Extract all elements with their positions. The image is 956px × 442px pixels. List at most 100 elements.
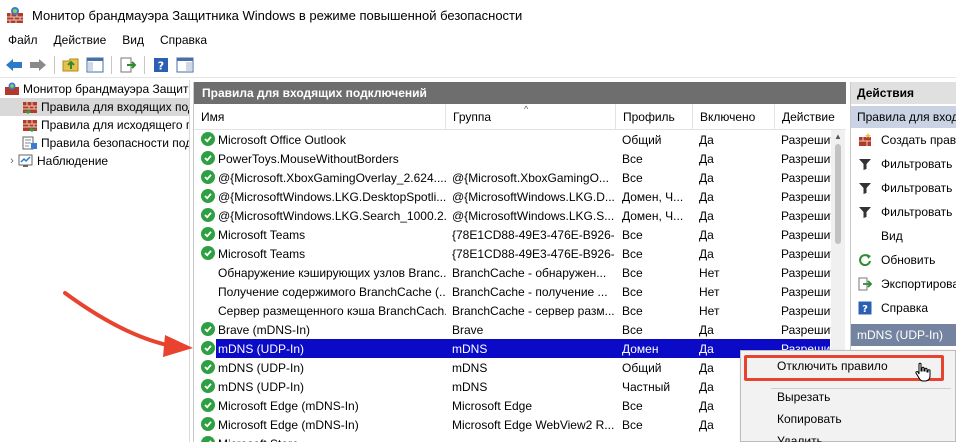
cell-enabled: Да <box>699 227 714 242</box>
table-row[interactable]: @{MicrosoftWindows.LKG.DesktopSpotli... @… <box>194 187 831 206</box>
action-item[interactable]: Фильтровать по состоянию <box>851 176 956 200</box>
action-item[interactable]: Обновить <box>851 248 956 272</box>
action-item[interactable]: ? Справка <box>851 296 956 320</box>
cell-profile: Все <box>622 303 643 318</box>
cell-enabled: Да <box>699 322 714 337</box>
cell-enabled: Да <box>699 132 714 147</box>
table-row[interactable]: mDNS (UDP-In)mDNSОбщийДаРазрешить <box>194 358 831 377</box>
cell-action: Разрешить <box>781 208 831 223</box>
refresh-icon <box>857 252 873 268</box>
menu-help[interactable]: Справка <box>152 33 215 47</box>
cell-action: Разрешить <box>781 170 831 185</box>
table-row[interactable]: mDNS (UDP-In)mDNSДоменДаРазрешить <box>194 339 831 358</box>
table-row[interactable]: @{MicrosoftWindows.LKG.Search_1000.2... @… <box>194 206 831 225</box>
actions-header: Действия <box>851 82 956 104</box>
enabled-check-icon <box>201 360 215 374</box>
blank-icon <box>857 228 873 244</box>
column-group[interactable]: Группа <box>446 104 616 130</box>
filter-icon <box>857 204 873 220</box>
actions-section-selected-rule[interactable]: mDNS (UDP-In) <box>851 324 956 346</box>
tree-item-outbound-rules[interactable]: Правила для исходящего подключения <box>0 116 189 134</box>
cell-action: Разрешить <box>781 265 831 280</box>
table-row[interactable]: Brave (mDNS-In) Brave Все Да Разрешить <box>194 320 831 339</box>
cell-group: BranchCache - обнаружен... <box>452 265 607 280</box>
context-item-delete[interactable]: Удалить <box>777 434 823 442</box>
actions-list: Создать правило... Фильтровать по профилю… <box>851 128 956 320</box>
cell-action: Разрешить <box>781 151 831 166</box>
show-hide-tree-icon[interactable] <box>85 55 105 75</box>
new-rule-icon <box>857 132 873 148</box>
action-item[interactable]: Создать правило... <box>851 128 956 152</box>
column-name[interactable]: Имя <box>194 104 446 130</box>
back-arrow-icon[interactable] <box>4 55 24 75</box>
menu-file[interactable]: Файл <box>0 33 46 47</box>
action-item-label: Обновить <box>881 253 936 267</box>
tree-item-label: Правила для исходящего подключения <box>41 118 189 132</box>
enabled-check-icon <box>201 208 215 222</box>
cell-profile: Домен <box>622 341 659 356</box>
cell-name: @{Microsoft.XboxGamingOverlay_2.624.... <box>218 170 446 185</box>
connection-security-icon <box>22 136 38 150</box>
cell-profile: Общий <box>622 360 662 375</box>
context-item-disable-rule[interactable]: Отключить правило <box>777 359 888 373</box>
folder-up-icon[interactable] <box>61 55 81 75</box>
action-item-label: Справка <box>881 301 929 315</box>
cell-group: Brave <box>452 322 484 337</box>
cell-group: {78E1CD88-49E3-476E-B926-... <box>452 227 614 242</box>
column-header-row: Имя Группа Профиль Включено Действие ^ <box>194 104 846 130</box>
table-row[interactable]: Microsoft Edge (mDNS-In) Microsoft Edge Вс… <box>194 396 831 415</box>
table-row[interactable]: Microsoft Teams {78E1CD88-49E3-476E-B926-… <box>194 225 831 244</box>
action-item[interactable]: Вид <box>851 224 956 248</box>
cell-action: Разрешить <box>781 303 831 318</box>
forward-arrow-icon[interactable] <box>28 55 48 75</box>
column-action[interactable]: Действие <box>775 104 835 130</box>
context-item-copy[interactable]: Копировать <box>777 412 842 426</box>
scrollbar-thumb[interactable] <box>835 144 841 244</box>
tree-item-connection-security-rules[interactable]: Правила безопасности подключений <box>0 134 189 152</box>
column-enabled[interactable]: Включено <box>693 104 775 130</box>
menu-action[interactable]: Действие <box>46 33 115 47</box>
table-row[interactable]: Обнаружение кэширующих узлов Branc... Bra… <box>194 263 831 282</box>
table-row[interactable]: PowerToys.MouseWithoutBorders Все Да Разреш… <box>194 149 831 168</box>
table-row[interactable]: mDNS (UDP-In)mDNSЧастныйДаРазрешить <box>194 377 831 396</box>
scroll-up-icon[interactable]: ▲ <box>834 132 842 141</box>
help-icon[interactable]: ? <box>151 55 171 75</box>
cell-profile: Все <box>622 265 643 280</box>
action-item[interactable]: Фильтровать по профилю <box>851 152 956 176</box>
table-row[interactable]: Microsoft Edge (mDNS-In) Microsoft Edge W… <box>194 415 831 434</box>
tree-item-inbound-rules[interactable]: Правила для входящих подключений <box>0 98 189 116</box>
actions-section-inbound[interactable]: Правила для входящих подключений <box>851 106 956 128</box>
tree-item-root[interactable]: Монитор брандмауэра Защитника Windows <box>0 80 189 98</box>
cell-enabled: Нет <box>699 265 720 280</box>
table-row[interactable]: Microsoft Teams {78E1CD88-49E3-476E-B926-… <box>194 244 831 263</box>
navigation-tree: Монитор брандмауэра Защитника Windows Пр… <box>0 80 190 442</box>
cell-enabled: Нет <box>699 303 720 318</box>
table-row[interactable]: @{Microsoft.XboxGamingOverlay_2.624.... @… <box>194 168 831 187</box>
table-row[interactable]: Microsoft Store <box>194 434 830 442</box>
inbound-rules-icon <box>22 100 38 114</box>
window-title: Монитор брандмауэра Защитника Windows в … <box>32 7 523 23</box>
tree-item-monitoring[interactable]: › Наблюдение <box>0 152 189 170</box>
menu-bar: Файл Действие Вид Справка <box>0 30 956 50</box>
column-profile[interactable]: Профиль <box>616 104 693 130</box>
cell-name: Microsoft Edge (mDNS-In) <box>218 417 359 432</box>
console-view-icon[interactable] <box>175 55 195 75</box>
cell-enabled: Да <box>699 151 714 166</box>
context-item-cut[interactable]: Вырезать <box>777 390 830 404</box>
table-row[interactable]: Получение содержимого BranchCache (... Br… <box>194 282 831 301</box>
action-item[interactable]: Экспортировать список... <box>851 272 956 296</box>
toolbar: ? <box>0 52 956 78</box>
cell-group: mDNS <box>452 360 488 375</box>
enabled-check-icon <box>201 227 215 241</box>
action-item[interactable]: Фильтровать по группе <box>851 200 956 224</box>
export-icon <box>857 276 873 292</box>
enabled-check-icon <box>201 436 215 442</box>
table-row[interactable]: Microsoft Office Outlook Общий Да Разрешить <box>194 130 831 149</box>
menu-view[interactable]: Вид <box>114 33 152 47</box>
tree-item-label: Наблюдение <box>37 154 109 168</box>
table-row[interactable]: Сервер размещенного кэша BranchCach... Br… <box>194 301 831 320</box>
cell-name: Microsoft Teams <box>218 246 306 261</box>
chevron-right-icon[interactable]: › <box>6 155 18 167</box>
export-list-icon[interactable] <box>118 55 138 75</box>
mouse-pointer-icon <box>915 362 931 385</box>
